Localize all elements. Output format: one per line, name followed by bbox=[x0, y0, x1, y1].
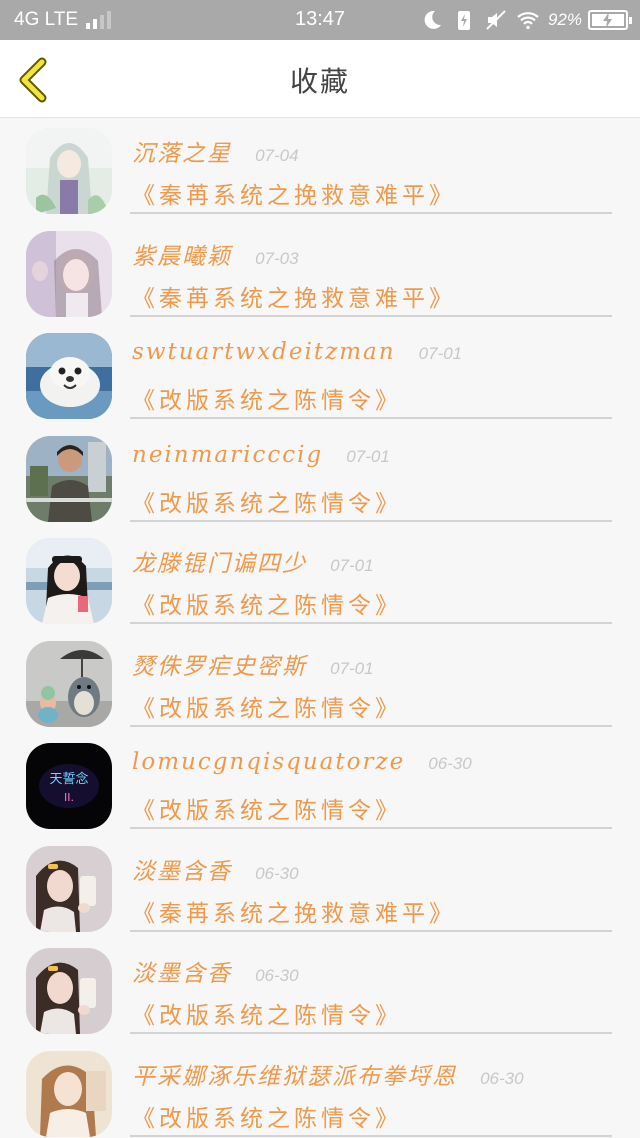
user-name: 平采娜涿乐维狱瑟派布拳埒恩 bbox=[132, 1063, 457, 1090]
list-item[interactable]: 龙滕锟门谝四少 07-01 《改版系统之陈情令》 bbox=[0, 528, 640, 631]
book-title[interactable]: 《秦苒系统之挽救意难平》 bbox=[132, 279, 456, 313]
user-name: 沉落之星 bbox=[132, 141, 232, 167]
avatar[interactable] bbox=[26, 948, 112, 1034]
item-meta: 淡墨含香 06-30 bbox=[132, 852, 620, 886]
status-bar: 4G LTE 13:47 92% bbox=[0, 0, 640, 40]
item-date: 07-01 bbox=[330, 556, 374, 575]
user-name: 淡墨含香 bbox=[132, 858, 232, 885]
user-name: 燹侏罗疟史密斯 bbox=[132, 653, 307, 680]
avatar[interactable] bbox=[26, 1050, 112, 1137]
user-name: lomucgnqisquatorze bbox=[132, 749, 406, 775]
avatar[interactable] bbox=[26, 333, 112, 419]
list-item[interactable]: 天誓念 II. lomucgnqisquatorze 06-30 《改版系统之陈情… bbox=[0, 733, 640, 836]
divider bbox=[130, 212, 612, 214]
list-item[interactable]: 淡墨含香 06-30 《秦苒系统之挽救意难平》 bbox=[0, 836, 640, 939]
item-meta: lomucgnqisquatorze 06-30 bbox=[132, 749, 620, 775]
book-title[interactable]: 《秦苒系统之挽救意难平》 bbox=[132, 894, 456, 928]
divider bbox=[130, 622, 612, 624]
item-date: 07-01 bbox=[330, 658, 374, 678]
divider bbox=[130, 827, 612, 829]
book-title[interactable]: 《改版系统之陈情令》 bbox=[132, 1099, 402, 1133]
item-date: 07-01 bbox=[346, 446, 390, 466]
battery-percent: 92% bbox=[547, 10, 582, 29]
avatar-text-line2: II. bbox=[64, 791, 74, 804]
avatar[interactable] bbox=[26, 435, 112, 522]
item-date: 06-30 bbox=[428, 754, 472, 773]
battery-saver-icon bbox=[457, 11, 470, 30]
book-title[interactable]: 《改版系统之陈情令》 bbox=[132, 484, 402, 518]
list-item[interactable]: neinmaricccig 07-01 《改版系统之陈情令》 bbox=[0, 426, 640, 529]
item-date: 07-04 bbox=[255, 146, 299, 165]
user-name: swtuartwxdeitzman bbox=[132, 339, 396, 365]
avatar[interactable] bbox=[26, 640, 112, 727]
avatar[interactable]: 天誓念 II. bbox=[26, 743, 112, 829]
battery-icon bbox=[588, 10, 632, 30]
user-name: 淡墨含香 bbox=[132, 961, 232, 987]
book-title[interactable]: 《改版系统之陈情令》 bbox=[132, 996, 402, 1030]
divider bbox=[130, 929, 612, 932]
item-meta: 燹侏罗疟史密斯 07-01 bbox=[132, 647, 620, 681]
divider bbox=[130, 314, 612, 317]
divider bbox=[130, 1134, 612, 1137]
list-item[interactable]: 燹侏罗疟史密斯 07-01 《改版系统之陈情令》 bbox=[0, 631, 640, 734]
item-date: 07-03 bbox=[255, 248, 299, 268]
item-date: 06-30 bbox=[255, 863, 299, 883]
item-date: 06-30 bbox=[480, 1068, 524, 1088]
item-date: 06-30 bbox=[255, 966, 299, 985]
user-name: 龙滕锟门谝四少 bbox=[132, 551, 307, 577]
item-meta: 淡墨含香 06-30 bbox=[132, 954, 620, 988]
list-item[interactable]: 淡墨含香 06-30 《改版系统之陈情令》 bbox=[0, 938, 640, 1041]
avatar-text-line1: 天誓念 bbox=[49, 771, 88, 787]
avatar[interactable] bbox=[26, 538, 112, 624]
divider bbox=[130, 519, 612, 522]
list-item[interactable]: 平采娜涿乐维狱瑟派布拳埒恩 06-30 《改版系统之陈情令》 bbox=[0, 1041, 640, 1138]
favorites-list: 沉落之星 07-04 《秦苒系统之挽救意难平》 紫晨曦颖 07-03 《秦苒系统… bbox=[0, 118, 640, 1138]
avatar[interactable] bbox=[26, 845, 112, 932]
item-meta: swtuartwxdeitzman 07-01 bbox=[132, 339, 620, 365]
list-item[interactable]: swtuartwxdeitzman 07-01 《改版系统之陈情令》 bbox=[0, 323, 640, 426]
moon-icon bbox=[424, 10, 441, 29]
list-item[interactable]: 紫晨曦颖 07-03 《秦苒系统之挽救意难平》 bbox=[0, 221, 640, 324]
book-title[interactable]: 《改版系统之陈情令》 bbox=[132, 791, 402, 825]
title-bar: 收藏 bbox=[0, 40, 640, 118]
list-item[interactable]: 沉落之星 07-04 《秦苒系统之挽救意难平》 bbox=[0, 118, 640, 221]
status-right: 92% bbox=[412, 8, 632, 32]
book-title[interactable]: 《改版系统之陈情令》 bbox=[132, 689, 402, 723]
avatar[interactable] bbox=[26, 128, 112, 214]
divider bbox=[130, 1032, 612, 1034]
user-name: neinmaricccig bbox=[132, 441, 324, 468]
item-meta: 沉落之星 07-04 bbox=[132, 134, 620, 168]
book-title[interactable]: 《改版系统之陈情令》 bbox=[132, 381, 402, 415]
mute-icon bbox=[486, 10, 506, 30]
user-name: 紫晨曦颖 bbox=[132, 243, 232, 270]
divider bbox=[130, 417, 612, 419]
item-meta: 龙滕锟门谝四少 07-01 bbox=[132, 544, 620, 578]
book-title[interactable]: 《改版系统之陈情令》 bbox=[132, 586, 402, 620]
item-date: 07-01 bbox=[418, 344, 463, 363]
avatar[interactable] bbox=[26, 230, 112, 317]
wifi-icon bbox=[517, 12, 539, 30]
item-meta: 紫晨曦颖 07-03 bbox=[132, 237, 620, 271]
page-title: 收藏 bbox=[289, 65, 350, 98]
divider bbox=[130, 724, 612, 727]
item-meta: 平采娜涿乐维狱瑟派布拳埒恩 06-30 bbox=[132, 1057, 620, 1091]
item-meta: neinmaricccig 07-01 bbox=[132, 442, 620, 468]
book-title[interactable]: 《秦苒系统之挽救意难平》 bbox=[132, 176, 456, 210]
